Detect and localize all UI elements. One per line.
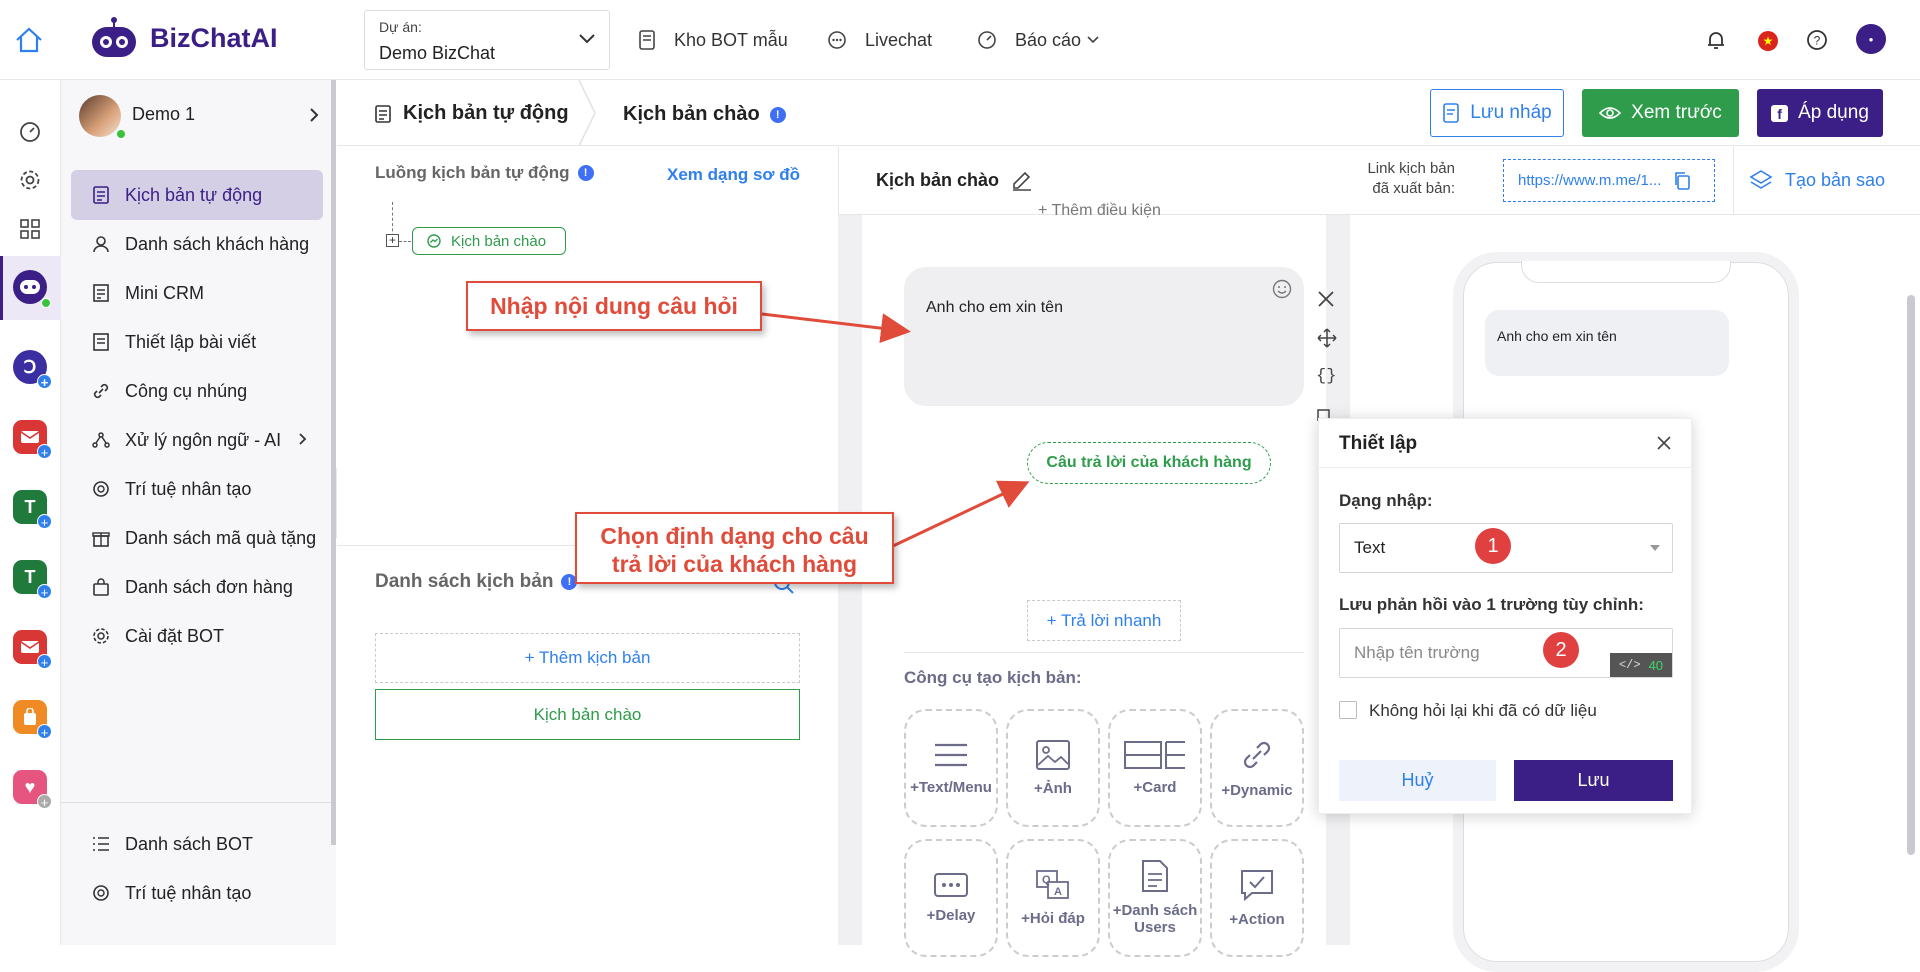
callout-enter-question: Nhập nội dung câu hỏi (466, 281, 762, 331)
callout-choose-format-line-2: trả lời của khách hàng (611, 551, 858, 577)
step-2-marker: 2 (1543, 632, 1579, 668)
callout-choose-format: Chọn định dạng cho câu trả lời của khách… (575, 512, 894, 584)
arrow-to-reply (892, 480, 1030, 548)
annotation-arrows (761, 312, 1030, 548)
arrow-to-message (761, 312, 911, 344)
callout-choose-format-line-1: Chọn định dạng cho câu (600, 523, 869, 549)
step-1-marker: 1 (1475, 528, 1511, 564)
